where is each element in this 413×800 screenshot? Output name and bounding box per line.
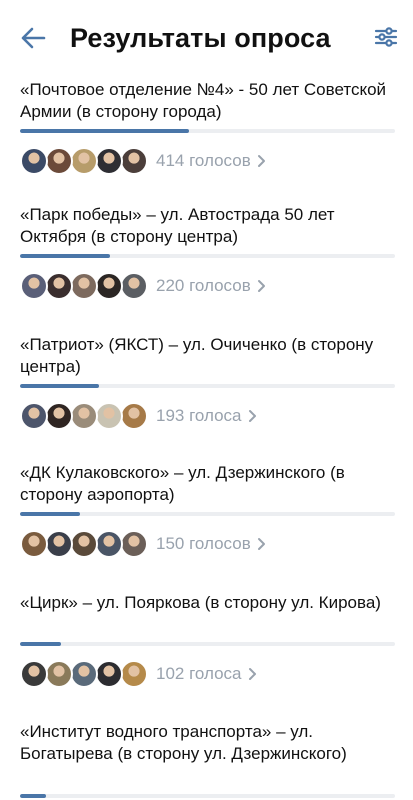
voter-avatars xyxy=(20,530,148,558)
avatar xyxy=(120,147,148,175)
poll-option-progress-fill xyxy=(20,642,62,646)
avatar xyxy=(120,660,148,688)
poll-option-text: «Институт водного транспорта» – ул. Бога… xyxy=(20,722,347,763)
avatar xyxy=(20,272,48,300)
poll-option-progress-track xyxy=(20,642,395,646)
avatar xyxy=(95,402,123,430)
poll-option-progress-track xyxy=(20,794,395,798)
avatar xyxy=(95,147,123,175)
avatar xyxy=(120,272,148,300)
avatar xyxy=(120,530,148,558)
chevron-right-icon xyxy=(257,155,265,167)
poll-option-text: «Цирк» – ул. Пояркова (в сторону ул. Кир… xyxy=(20,593,381,612)
avatar xyxy=(120,402,148,430)
avatar xyxy=(70,402,98,430)
poll-option: «Патриот» (ЯКСТ) – ул. Очиченко (в сторо… xyxy=(20,334,395,430)
avatar xyxy=(45,147,73,175)
poll-option: «Почтовое отделение №4» - 50 лет Советск… xyxy=(20,79,395,175)
app-header: Результаты опроса xyxy=(0,0,413,78)
arrow-left-icon[interactable] xyxy=(20,26,46,50)
poll-option: «Цирк» – ул. Пояркова (в сторону ул. Кир… xyxy=(20,592,395,688)
voters-row[interactable]: 220 голосов xyxy=(20,270,267,302)
chevron-right-icon xyxy=(248,668,256,680)
voters-row[interactable]: 102 голоса xyxy=(20,658,258,690)
avatar xyxy=(95,272,123,300)
poll-option-progress-track xyxy=(20,512,395,516)
poll-option-progress-fill xyxy=(20,384,99,388)
avatar xyxy=(70,147,98,175)
votes-count[interactable]: 220 голосов xyxy=(156,272,251,300)
voter-avatars xyxy=(20,147,148,175)
chevron-right-icon xyxy=(257,280,265,292)
poll-option-progress-track xyxy=(20,384,395,388)
voters-row[interactable]: 150 голосов xyxy=(20,528,267,560)
poll-option-text: «ДК Кулаковского» – ул. Дзержинского (в … xyxy=(20,463,345,504)
chevron-right-icon xyxy=(257,538,265,550)
avatar xyxy=(20,660,48,688)
avatar xyxy=(20,402,48,430)
poll-option-text: «Парк победы» – ул. Автострада 50 лет Ок… xyxy=(20,205,335,246)
poll-option-progress-fill xyxy=(20,794,47,798)
avatar xyxy=(95,530,123,558)
avatar xyxy=(45,530,73,558)
voter-avatars xyxy=(20,660,148,688)
poll-option-progress-fill xyxy=(20,129,189,133)
poll-option: «Институт водного транспорта» – ул. Бога… xyxy=(20,721,395,798)
avatar xyxy=(45,660,73,688)
poll-option-progress-fill xyxy=(20,512,80,516)
sliders-icon[interactable] xyxy=(374,26,398,48)
votes-count[interactable]: 414 голосов xyxy=(156,147,251,175)
votes-count[interactable]: 193 голоса xyxy=(156,402,242,430)
voters-row[interactable]: 193 голоса xyxy=(20,400,258,432)
avatar xyxy=(70,530,98,558)
avatar xyxy=(45,402,73,430)
votes-count[interactable]: 150 голосов xyxy=(156,530,251,558)
poll-option: «ДК Кулаковского» – ул. Дзержинского (в … xyxy=(20,462,395,558)
avatar xyxy=(45,272,73,300)
votes-count[interactable]: 102 голоса xyxy=(156,660,242,688)
avatar xyxy=(70,272,98,300)
poll-option-text: «Почтовое отделение №4» - 50 лет Советск… xyxy=(20,80,387,121)
avatar xyxy=(20,530,48,558)
poll-option-progress-fill xyxy=(20,254,110,258)
avatar xyxy=(70,660,98,688)
page-title: Результаты опроса xyxy=(70,23,331,53)
poll-option-text: «Патриот» (ЯКСТ) – ул. Очиченко (в сторо… xyxy=(20,335,374,376)
poll-option: «Парк победы» – ул. Автострада 50 лет Ок… xyxy=(20,204,395,300)
poll-option-progress-track xyxy=(20,254,395,258)
voter-avatars xyxy=(20,272,148,300)
avatar xyxy=(20,147,48,175)
voter-avatars xyxy=(20,402,148,430)
chevron-right-icon xyxy=(248,410,256,422)
poll-option-progress-track xyxy=(20,129,395,133)
avatar xyxy=(95,660,123,688)
voters-row[interactable]: 414 голосов xyxy=(20,145,267,177)
